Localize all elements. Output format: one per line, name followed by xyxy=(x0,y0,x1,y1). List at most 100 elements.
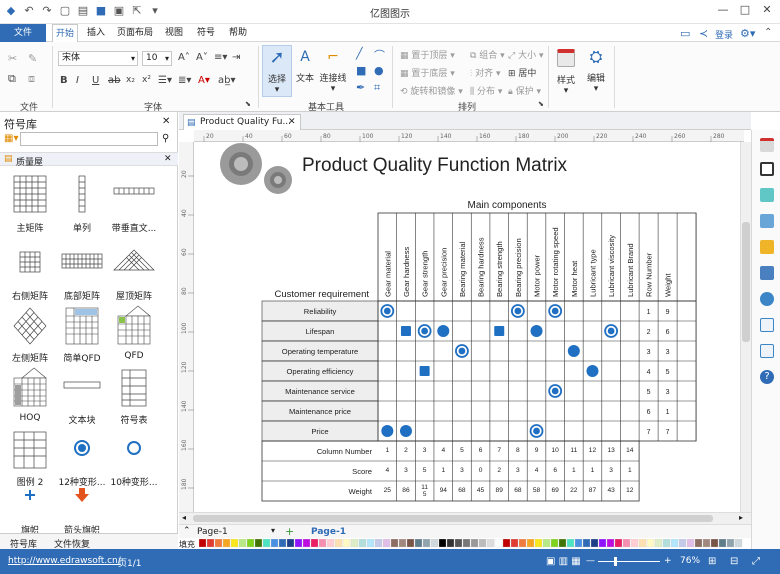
tab-help[interactable]: 帮助 xyxy=(224,24,252,42)
zoom-out-icon[interactable]: — xyxy=(586,556,595,566)
symbol-table[interactable]: 符号表 xyxy=(104,366,164,426)
group-button[interactable]: ⧉ 组合 ▾ xyxy=(470,48,505,61)
drawing-canvas[interactable]: Product Quality Function Matrix Main com… xyxy=(194,142,750,512)
vertical-scrollbar[interactable] xyxy=(740,142,751,512)
protect-button[interactable]: 🔒︎ 保护 ▾ xyxy=(508,84,541,97)
zoom-slider-thumb[interactable] xyxy=(614,557,617,566)
align-button[interactable]: ⫶ 对齐 ▾ xyxy=(470,66,501,79)
comment-panel-icon[interactable] xyxy=(760,344,774,358)
symbol-legend-2[interactable]: 图例 2 xyxy=(0,428,60,488)
symbol-main-matrix[interactable]: 主矩阵 xyxy=(0,174,60,234)
zoom-in-icon[interactable]: + xyxy=(664,556,672,566)
strikethrough-button[interactable]: ab xyxy=(108,75,120,86)
edit-button[interactable]: ⛭ 编辑 ▾ xyxy=(582,45,610,97)
indent-icon[interactable]: ⇥ xyxy=(232,52,240,63)
line-panel-icon[interactable] xyxy=(760,188,774,202)
pen-tool-icon[interactable]: ✒ xyxy=(356,81,365,94)
arrange-dialog-launcher-icon[interactable]: ⬊ xyxy=(538,100,544,108)
distribute-button[interactable]: ⫼ 分布 ▾ xyxy=(470,84,502,97)
rectangle-tool-icon[interactable]: ■ xyxy=(356,64,366,77)
tab-symbols[interactable]: 符号 xyxy=(192,24,220,42)
help-icon[interactable]: ? xyxy=(760,370,774,384)
zoom-slider[interactable] xyxy=(598,561,660,562)
library-menu-icon[interactable]: ▦▾ xyxy=(4,133,18,144)
data-panel-icon[interactable] xyxy=(760,266,774,280)
file-menu-button[interactable]: 文件 xyxy=(0,24,46,42)
horizontal-scrollbar[interactable]: ◂ ▸ xyxy=(179,512,751,524)
page-tab-active[interactable]: Page-1 xyxy=(311,527,346,537)
font-color-icon[interactable]: A▾ xyxy=(198,75,210,86)
share-icon[interactable]: ≺ xyxy=(699,27,708,40)
symbol-text-block[interactable]: 文本块 xyxy=(52,366,112,426)
line-spacing-icon[interactable]: ≡▾ xyxy=(214,52,227,63)
settings-gear-icon[interactable]: ⚙▾ xyxy=(740,27,755,40)
collapse-ribbon-icon[interactable]: ⌃ xyxy=(764,27,772,38)
font-size-select[interactable]: 10 ▾ xyxy=(142,51,172,66)
color-palette[interactable]: 填充 xyxy=(179,538,751,549)
text-tool-button[interactable]: A 文本 xyxy=(294,45,316,97)
arc-tool-icon[interactable]: ⌒ xyxy=(374,47,385,63)
page-select[interactable]: Page-1 xyxy=(197,527,228,537)
symbol-vertical-text[interactable]: 带垂直文... xyxy=(104,174,164,234)
symbol-flag[interactable]: 旗帜 xyxy=(0,482,60,536)
cut-icon[interactable]: ✂ xyxy=(8,52,17,65)
library-header[interactable]: ▤ 质量屋 ✕ xyxy=(0,152,178,168)
tab-page-layout[interactable]: 页面布局 xyxy=(114,24,156,42)
font-name-select[interactable]: 宋体 ▾ xyxy=(58,51,138,66)
page-up-icon[interactable]: ⌃ xyxy=(183,526,191,536)
symbol-roof-matrix[interactable]: 屋顶矩阵 xyxy=(104,242,164,302)
symbol-simple-qfd[interactable]: 简单QFD xyxy=(52,304,112,364)
tab-home[interactable]: 开始 xyxy=(52,24,78,42)
size-button[interactable]: ⤢ 大小 ▾ xyxy=(508,48,543,61)
grow-font-icon[interactable]: A˄ xyxy=(178,52,190,63)
layers-panel-icon[interactable] xyxy=(760,240,774,254)
align-icon[interactable]: ≣▾ xyxy=(178,75,191,86)
paste-icon[interactable]: ⧈ xyxy=(28,72,35,86)
page-view-icon[interactable]: ▣ ▥ ▦ xyxy=(546,556,581,567)
brush-icon[interactable]: ✎ xyxy=(28,52,37,65)
style-panel-icon[interactable] xyxy=(760,138,774,152)
select-tool-button[interactable]: ➚ 选择 ▾ xyxy=(262,45,292,97)
fill-panel-icon[interactable] xyxy=(760,162,774,176)
style-button[interactable]: 样式 ▾ xyxy=(552,45,580,97)
subscript-button[interactable]: x₂ xyxy=(126,75,135,85)
send-to-back-button[interactable]: ▦ 置于底层 ▾ xyxy=(400,66,455,79)
rotate-mirror-button[interactable]: ⟲ 旋转和镜像 ▾ xyxy=(400,84,463,97)
bring-to-front-button[interactable]: ▦ 置于顶层 ▾ xyxy=(400,48,455,61)
highlight-icon[interactable]: ab̲▾ xyxy=(218,75,236,86)
document-tab[interactable]: ▤ Product Quality Fu... ✕ xyxy=(183,114,301,130)
font-dialog-launcher-icon[interactable]: ⬊ xyxy=(245,100,251,108)
fullscreen-icon[interactable]: ⤢ xyxy=(752,556,760,567)
zoom-level[interactable]: 76% xyxy=(680,556,700,566)
navigation-panel-icon[interactable] xyxy=(760,292,774,306)
image-panel-icon[interactable] xyxy=(760,214,774,228)
document-panel-icon[interactable] xyxy=(760,318,774,332)
bullets-icon[interactable]: ☰▾ xyxy=(158,75,172,86)
symbol-hoq[interactable]: HOQ xyxy=(0,366,60,423)
symbol-arrow-flag[interactable]: 箭头旗帜 xyxy=(52,482,112,536)
symbol-bottom-matrix[interactable]: 底部矩阵 xyxy=(52,242,112,302)
connector-tool-button[interactable]: ⌐ 连接线 ▾ xyxy=(318,45,348,97)
ellipse-tool-icon[interactable]: ● xyxy=(374,64,384,77)
tab-insert[interactable]: 插入 xyxy=(82,24,110,42)
superscript-button[interactable]: x² xyxy=(142,75,151,85)
close-library-icon[interactable]: ✕ xyxy=(164,154,172,164)
close-panel-icon[interactable]: ✕ xyxy=(162,116,170,127)
scroll-right-icon[interactable]: ▸ xyxy=(739,513,743,522)
fit-width-icon[interactable]: ⊟ xyxy=(730,556,738,567)
symbol-qfd[interactable]: QFD xyxy=(104,304,164,361)
underline-button[interactable]: U xyxy=(92,75,99,86)
page-dropdown-icon[interactable]: ▾ xyxy=(271,526,275,535)
horizontal-scroll-thumb[interactable] xyxy=(193,515,713,522)
center-button[interactable]: ⊞ 居中 xyxy=(508,66,536,79)
symbol-right-matrix[interactable]: 右侧矩阵 xyxy=(0,242,60,302)
italic-button[interactable]: I xyxy=(76,75,79,86)
close-button[interactable]: ✕ xyxy=(758,3,776,16)
symbol-10-variants[interactable]: 10种变形... xyxy=(104,428,164,488)
fit-page-icon[interactable]: ⊞ xyxy=(708,556,716,567)
maximize-button[interactable]: □ xyxy=(736,3,754,16)
symbol-single-column[interactable]: 单列 xyxy=(52,174,112,234)
vertical-scroll-thumb[interactable] xyxy=(742,222,750,342)
close-tab-icon[interactable]: ✕ xyxy=(288,115,296,129)
login-link[interactable]: 登录 xyxy=(715,28,733,41)
